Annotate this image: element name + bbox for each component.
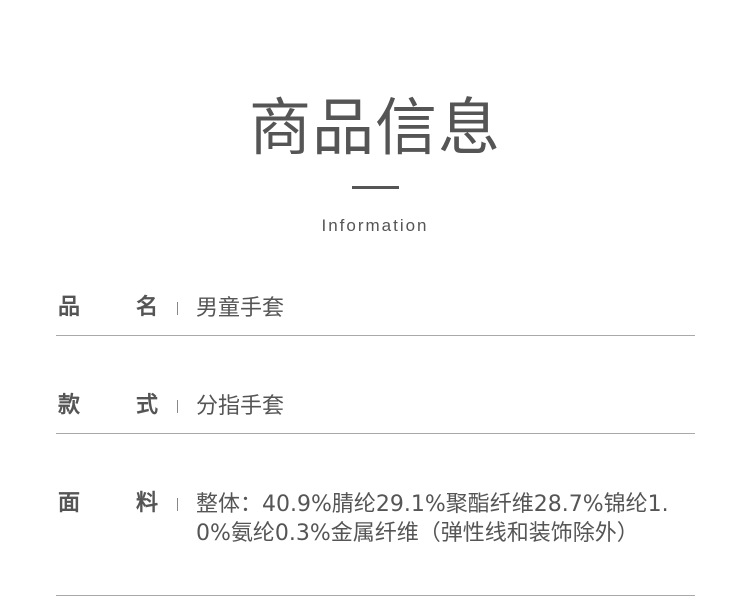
info-row-name: 品 名 男童手套 <box>56 290 695 336</box>
title-divider <box>352 186 399 189</box>
page-title: 商品信息 <box>248 91 501 164</box>
row-value: 男童手套 <box>196 296 285 321</box>
row-value: 整体：40.9%腈纶29.1%聚酯纤维28.7%锦纶1.0%氨纶0.3%金属纤维… <box>196 492 669 546</box>
row-label-first-char: 品 <box>58 295 81 320</box>
row-label-first-char: 面 <box>58 491 81 516</box>
page-subtitle: Information <box>321 216 429 235</box>
label-separator <box>177 400 178 413</box>
label-separator <box>177 498 178 511</box>
row-label-second-char: 式 <box>136 393 159 418</box>
label-separator <box>177 302 178 315</box>
info-row-style: 款 式 分指手套 <box>56 388 695 434</box>
row-label-second-char: 料 <box>136 491 159 516</box>
row-label-second-char: 名 <box>136 295 159 320</box>
row-value: 分指手套 <box>196 394 285 419</box>
row-label-first-char: 款 <box>58 393 81 418</box>
info-row-fabric: 面 料 整体：40.9%腈纶29.1%聚酯纤维28.7%锦纶1.0%氨纶0.3%… <box>56 486 695 596</box>
